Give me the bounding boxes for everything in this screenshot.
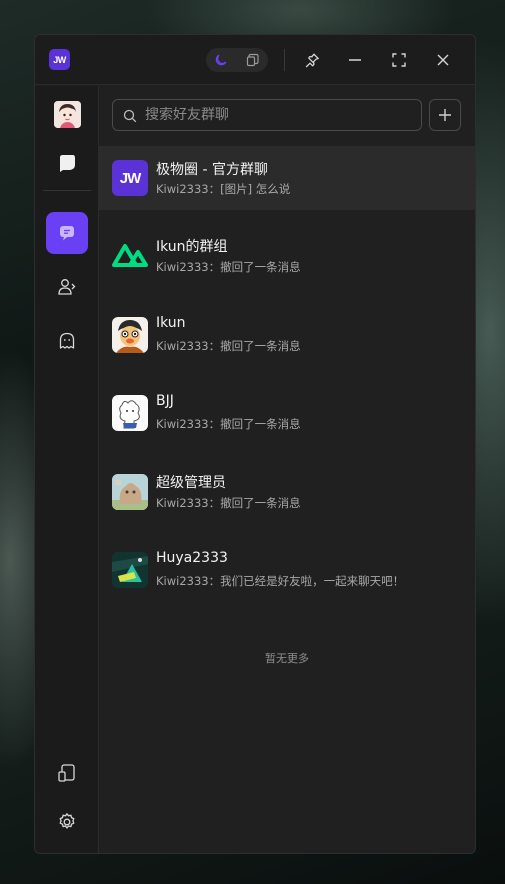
contacts-icon	[58, 279, 76, 295]
maximize-button[interactable]	[387, 48, 411, 72]
chat-name: 超级管理员	[156, 474, 226, 491]
minimize-icon	[349, 59, 361, 61]
pin-button[interactable]	[300, 48, 324, 72]
chat-name: 极物圈 - 官方群聊	[156, 162, 268, 178]
chat-last-message: Kiwi2333：撤回了一条消息	[156, 417, 301, 432]
pin-icon	[305, 53, 319, 68]
search-icon	[123, 108, 137, 127]
theme-toggle[interactable]	[206, 48, 268, 72]
close-icon	[437, 54, 449, 66]
chat-name: Ikun的群组	[156, 239, 228, 255]
chat-last-message: Kiwi2333：撤回了一条消息	[156, 338, 301, 353]
maximize-icon	[392, 53, 406, 67]
chat-name: Ikun	[156, 314, 186, 331]
search-box[interactable]	[112, 99, 422, 131]
phone-tablet-icon	[58, 764, 75, 782]
titlebar: JW	[35, 35, 475, 85]
group-avatar: JW	[112, 160, 148, 196]
gear-icon	[59, 813, 75, 829]
close-button[interactable]	[431, 48, 455, 72]
chat-app-window: JW 搜索好友群聊 JW 极物圈 - 官方群聊 Kiwi2333：[图片] 怎么…	[34, 34, 476, 854]
chat-last-message: Kiwi2333：撤回了一条消息	[156, 260, 301, 274]
window-icon[interactable]	[244, 51, 262, 69]
device-switch-button[interactable]	[46, 752, 88, 794]
moon-icon[interactable]	[212, 51, 230, 69]
speech-bubble-icon	[60, 155, 75, 172]
search-input[interactable]	[145, 100, 415, 130]
user-avatar[interactable]	[54, 101, 81, 128]
chat-last-message: Kiwi2333：我们已经是好友啦，一起来聊天吧！	[156, 574, 405, 589]
chat-name: Huya2333	[156, 550, 228, 567]
game-avatar	[112, 552, 148, 589]
add-button[interactable]	[429, 99, 461, 131]
sidebar-item-contacts[interactable]	[46, 266, 88, 308]
chat-list: JW 极物圈 - 官方群聊 Kiwi2333：[图片] 怎么说 Ikun的群组 …	[99, 146, 475, 603]
app-logo: JW	[49, 49, 70, 70]
sketch-avatar	[112, 395, 148, 432]
settings-button[interactable]	[46, 801, 88, 843]
photo-avatar	[112, 473, 148, 510]
cartoon-avatar	[112, 316, 148, 353]
ghost-icon	[59, 332, 75, 349]
list-footer: 暂无更多	[265, 652, 309, 665]
sidebar-item-ghost[interactable]	[46, 320, 88, 362]
jw-logo-text: JW	[119, 169, 141, 187]
chat-item-bjj[interactable]: BJJ Kiwi2333：撤回了一条消息	[99, 367, 475, 446]
chat-item-ikun[interactable]: Ikun Kiwi2333：撤回了一条消息	[99, 289, 475, 368]
chat-last-message: Kiwi2333：撤回了一条消息	[156, 495, 301, 510]
sidebar	[35, 86, 99, 853]
chat-item-ikun-group[interactable]: Ikun的群组 Kiwi2333：撤回了一条消息	[99, 210, 475, 289]
chat-bubble-icon	[60, 226, 74, 241]
sidebar-item-messages[interactable]	[46, 212, 88, 254]
chat-list-panel: JW 极物圈 - 官方群聊 Kiwi2333：[图片] 怎么说 Ikun的群组 …	[99, 86, 475, 853]
chat-last-message: Kiwi2333：[图片] 怎么说	[156, 182, 291, 196]
plus-icon	[439, 109, 451, 121]
chat-item-official-group[interactable]: JW 极物圈 - 官方群聊 Kiwi2333：[图片] 怎么说	[99, 146, 475, 210]
minimize-button[interactable]	[343, 48, 367, 72]
chat-item-super-admin[interactable]: 超级管理员 Kiwi2333：撤回了一条消息	[99, 446, 475, 525]
titlebar-divider	[284, 49, 285, 71]
chat-item-huya2333[interactable]: Huya2333 Kiwi2333：我们已经是好友啦，一起来聊天吧！	[99, 524, 475, 603]
chat-name: BJJ	[156, 393, 174, 410]
notes-button[interactable]	[46, 142, 88, 184]
sidebar-divider	[43, 190, 91, 191]
nuxt-logo-avatar	[112, 238, 148, 274]
